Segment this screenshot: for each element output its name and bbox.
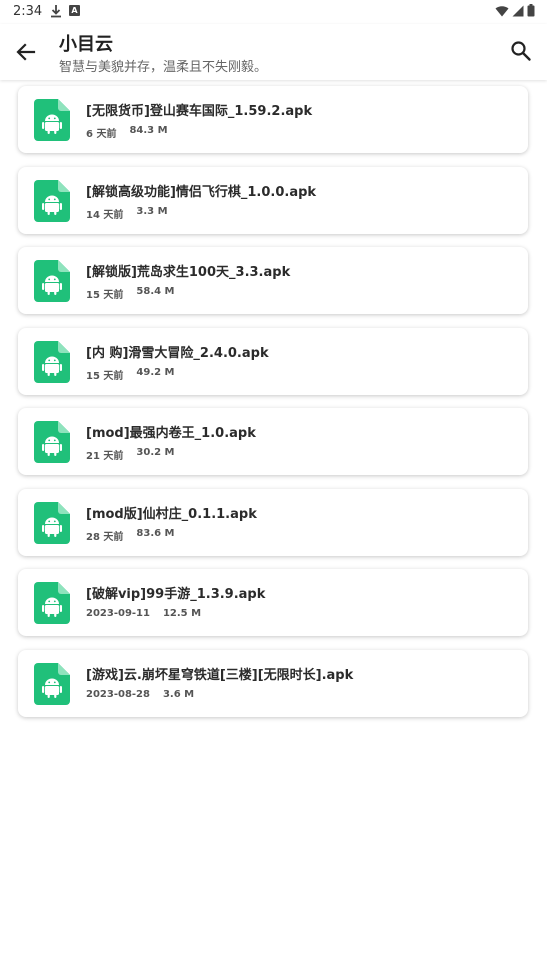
- apk-file-icon: [34, 421, 70, 463]
- file-card[interactable]: [内 购]滑雪大冒险_2.4.0.apk 15 天前 49.2 M: [18, 328, 528, 395]
- file-size: 58.4 M: [136, 286, 175, 297]
- file-time: 21 天前: [86, 451, 124, 462]
- apk-file-icon: [34, 341, 70, 383]
- file-meta: 2023-08-28 3.6 M: [86, 689, 194, 700]
- file-time: 6 天前: [86, 129, 117, 140]
- apk-file-icon: [34, 99, 70, 141]
- battery-icon: [527, 4, 535, 17]
- file-size: 12.5 M: [162, 608, 202, 619]
- apk-file-icon: [34, 582, 70, 624]
- file-card[interactable]: [解锁高级功能]情侣飞行棋_1.0.0.apk 14 天前 3.3 M: [18, 167, 528, 234]
- file-name: [mod版]仙村庄_0.1.1.apk: [86, 507, 257, 522]
- apk-file-icon: [34, 180, 70, 222]
- file-name: [内 购]滑雪大冒险_2.4.0.apk: [86, 346, 269, 361]
- download-icon: [50, 4, 62, 22]
- file-meta: 28 天前 83.6 M: [86, 528, 175, 543]
- file-meta: 21 天前 30.2 M: [86, 447, 175, 462]
- file-time: 15 天前: [86, 290, 124, 301]
- apk-file-icon: [34, 260, 70, 302]
- file-size: 3.6 M: [162, 689, 195, 700]
- file-card[interactable]: [解锁版]荒岛求生100天_3.3.apk 15 天前 58.4 M: [18, 247, 528, 314]
- app-bar: 小目云 智慧与美貌并存，温柔且不失刚毅。: [0, 24, 547, 80]
- wifi-icon: [495, 5, 509, 16]
- file-meta: 6 天前 84.3 M: [86, 125, 168, 140]
- notification-badge: A: [69, 5, 80, 16]
- file-time: 2023-08-28: [86, 689, 150, 700]
- file-name: [mod]最强内卷王_1.0.apk: [86, 426, 256, 441]
- status-time: 2:34: [13, 4, 43, 19]
- file-size: 30.2 M: [136, 447, 175, 458]
- file-size: 83.6 M: [136, 528, 175, 539]
- file-size: 3.3 M: [136, 206, 168, 217]
- file-time: 28 天前: [86, 532, 124, 543]
- file-name: [无限货币]登山赛车国际_1.59.2.apk: [86, 104, 313, 119]
- file-name: [破解vip]99手游_1.3.9.apk: [86, 587, 266, 602]
- page-subtitle: 智慧与美貌并存，温柔且不失刚毅。: [59, 60, 268, 75]
- status-indicators: [495, 4, 535, 17]
- file-meta: 2023-09-11 12.5 M: [86, 608, 201, 619]
- file-name: [解锁版]荒岛求生100天_3.3.apk: [86, 265, 291, 280]
- file-size: 84.3 M: [129, 125, 168, 136]
- page-title: 小目云: [59, 34, 113, 55]
- back-arrow-icon[interactable]: [14, 40, 38, 64]
- file-time: 14 天前: [86, 210, 124, 221]
- file-card[interactable]: [破解vip]99手游_1.3.9.apk 2023-09-11 12.5 M: [18, 569, 528, 636]
- search-icon[interactable]: [510, 40, 532, 62]
- file-card[interactable]: [无限货币]登山赛车国际_1.59.2.apk 6 天前 84.3 M: [18, 86, 528, 153]
- file-time: 15 天前: [86, 371, 124, 382]
- apk-file-icon: [34, 663, 70, 705]
- file-size: 49.2 M: [136, 367, 175, 378]
- file-card[interactable]: [游戏]云.崩坏星穹铁道[三楼][无限时长].apk 2023-08-28 3.…: [18, 650, 528, 717]
- file-time: 2023-09-11: [86, 608, 150, 619]
- file-card[interactable]: [mod版]仙村庄_0.1.1.apk 28 天前 83.6 M: [18, 489, 528, 556]
- apk-file-icon: [34, 502, 70, 544]
- file-meta: 15 天前 49.2 M: [86, 367, 175, 382]
- file-meta: 15 天前 58.4 M: [86, 286, 175, 301]
- file-meta: 14 天前 3.3 M: [86, 206, 168, 221]
- status-bar: 2:34 A: [0, 0, 547, 24]
- signal-icon: [512, 5, 524, 16]
- file-name: [解锁高级功能]情侣飞行棋_1.0.0.apk: [86, 185, 317, 200]
- file-card[interactable]: [mod]最强内卷王_1.0.apk 21 天前 30.2 M: [18, 408, 528, 475]
- file-name: [游戏]云.崩坏星穹铁道[三楼][无限时长].apk: [86, 668, 354, 683]
